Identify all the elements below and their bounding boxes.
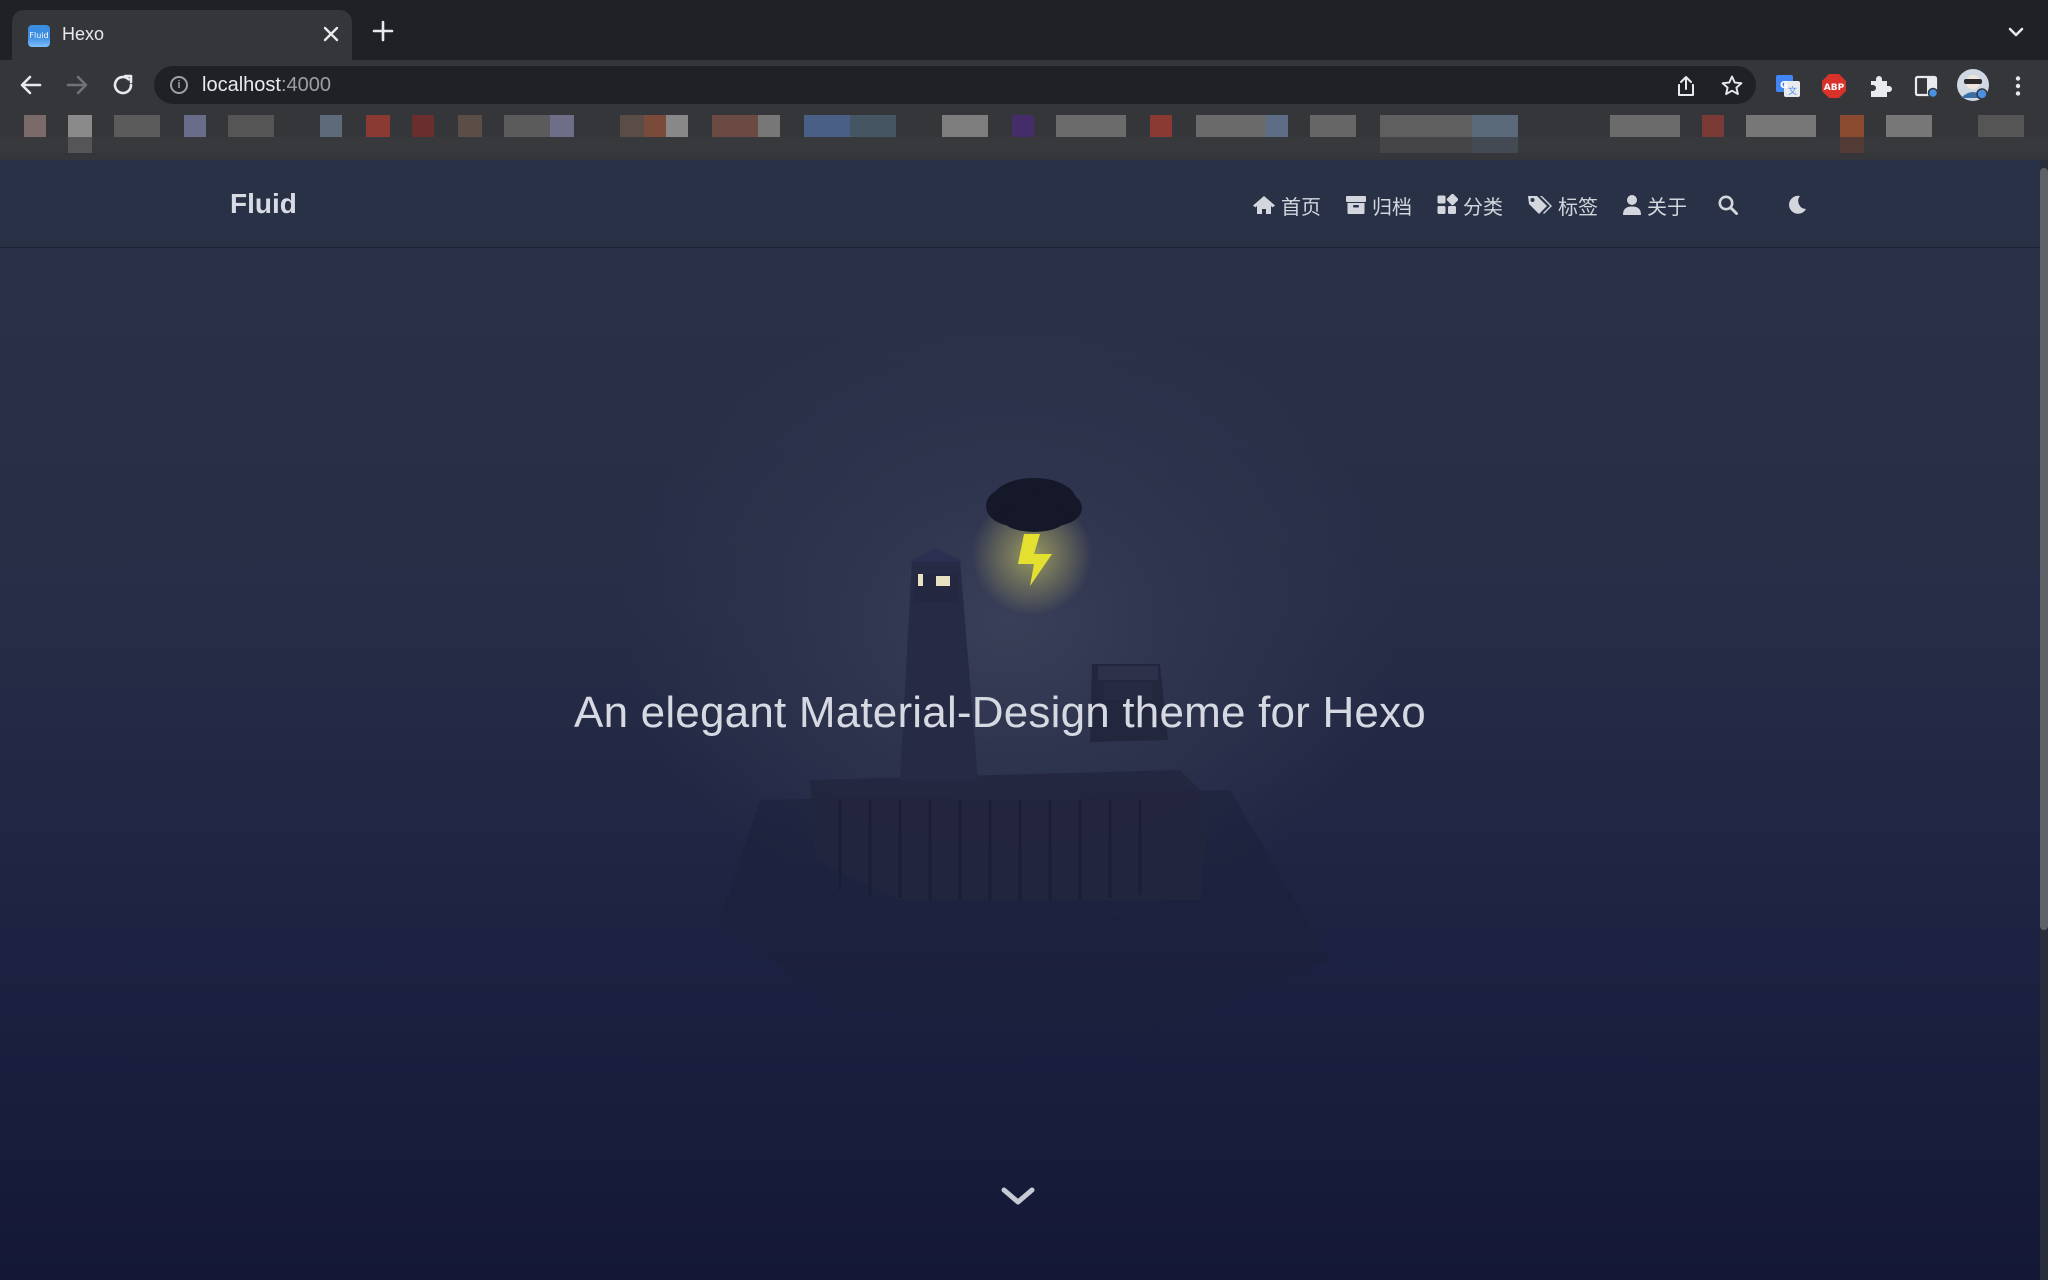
nav-item-tags-label: 标签 [1558,194,1598,219]
nav-item-categories[interactable]: 分类 [1436,191,1503,220]
tab-close-icon[interactable] [318,21,344,47]
nav-item-archives[interactable]: 归档 [1345,191,1412,220]
nav-menu: 首页 归档 分类 标签 关于 [1252,190,1837,220]
dark-mode-toggle[interactable] [1786,194,1813,216]
url-text[interactable]: localhost:4000 [202,74,331,97]
site-navbar: Fluid 首页 归档 分类 标签 关于 [0,160,2040,248]
nav-item-home-label: 首页 [1281,194,1321,219]
tab-search-chevron-icon[interactable] [2002,18,2030,46]
bookmarks-bar-blurred [0,110,2048,160]
forward-button[interactable] [60,68,94,102]
reload-button[interactable] [106,68,140,102]
nav-item-home[interactable]: 首页 [1252,191,1321,220]
new-tab-button[interactable] [368,16,398,46]
nav-item-about-label: 关于 [1647,194,1687,219]
moon-icon [1789,195,1806,214]
share-icon[interactable] [1674,74,1698,98]
svg-text:G: G [1780,80,1788,91]
search-button[interactable] [1717,194,1744,216]
home-icon [1253,196,1275,214]
scrollbar-thumb[interactable] [2040,168,2048,930]
side-panel-icon[interactable] [1912,72,1940,100]
page-scrollbar[interactable] [2040,160,2048,1280]
bookmarks-pixelation [0,115,2048,153]
hexo-fluid-page: Fluid 首页 归档 分类 标签 关于 An elegant Material… [0,160,2048,1280]
nav-item-archives-label: 归档 [1372,194,1412,219]
user-icon [1623,195,1641,215]
browser-toolbar: i localhost:4000 G文 ABP [0,60,2048,110]
search-icon [1718,195,1738,215]
tags-icon [1528,196,1552,214]
bookmark-star-icon[interactable] [1720,74,1744,98]
puzzle-extensions-icon[interactable] [1866,72,1894,100]
site-info-icon[interactable]: i [170,76,188,94]
scroll-down-chevron-icon[interactable] [1000,1184,1036,1210]
tab-favicon: Fluid [28,25,50,47]
tab-title: Hexo [62,24,105,44]
browser-tab-active[interactable]: Fluid Hexo [12,10,352,60]
nav-item-about[interactable]: 关于 [1622,191,1687,220]
google-translate-icon[interactable]: G文 [1774,72,1802,100]
profile-avatar[interactable] [1956,68,1990,102]
adblock-plus-icon[interactable]: ABP [1820,72,1848,100]
archive-icon [1346,196,1366,214]
site-brand[interactable]: Fluid [230,188,297,220]
svg-text:文: 文 [1788,85,1797,97]
browser-tab-strip: Fluid Hexo [0,0,2048,60]
nav-item-categories-label: 分类 [1463,194,1503,219]
nav-item-tags[interactable]: 标签 [1527,191,1598,220]
category-icon [1437,194,1458,214]
browser-menu-icon[interactable] [2004,72,2032,100]
address-bar[interactable]: i localhost:4000 [154,66,1756,104]
back-button[interactable] [14,68,48,102]
svg-text:ABP: ABP [1824,83,1845,93]
hero-slogan: An elegant Material-Design theme for Hex… [574,688,1426,737]
